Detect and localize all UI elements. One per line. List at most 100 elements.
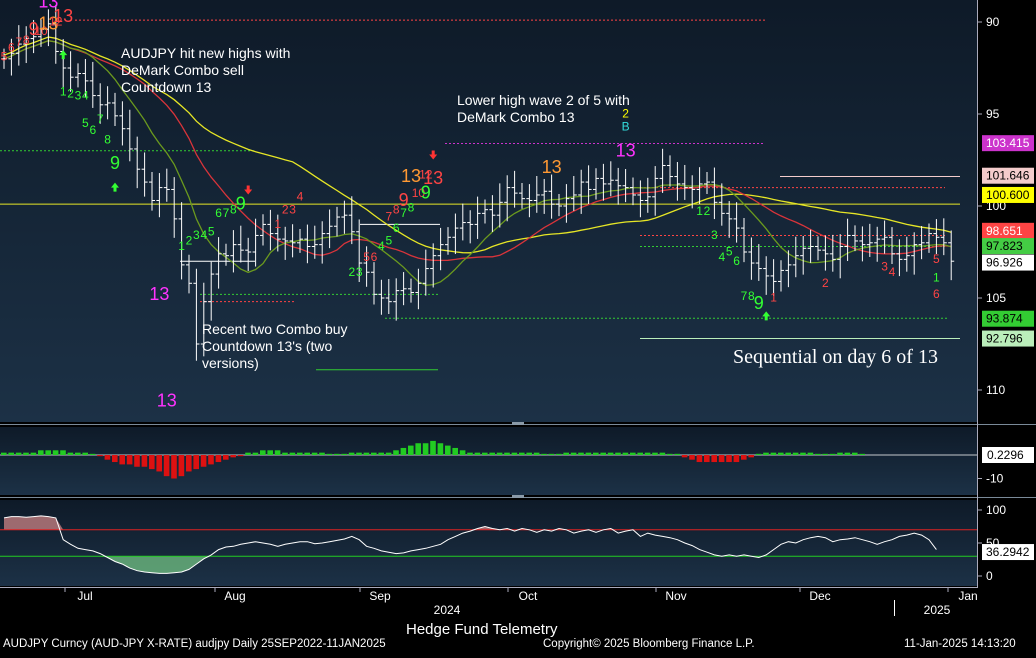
osc-bar [563, 452, 569, 455]
osc-bar [97, 455, 103, 457]
month-label: Jan [958, 589, 977, 603]
countdown-label: 9 [754, 293, 764, 313]
osc-bar [200, 455, 207, 467]
osc-bar [548, 453, 555, 455]
osc-bar [770, 452, 777, 455]
osc-value-label: 0.2296 [987, 448, 1024, 462]
price-tick-label: 90 [986, 15, 1000, 29]
osc-bar [363, 452, 370, 455]
osc-bar [334, 453, 340, 455]
countdown-label: 5 [385, 234, 392, 248]
osc-bar [526, 452, 532, 455]
osc-bar [67, 452, 74, 455]
countdown-label: 3 [711, 228, 718, 242]
osc-bar [430, 440, 436, 455]
osc-bar [385, 452, 392, 455]
osc-bar [171, 455, 177, 479]
countdown-label: 13 [38, 0, 58, 11]
year-label-2024: 2024 [434, 603, 461, 617]
osc-bar [393, 450, 399, 455]
osc-bar [186, 455, 192, 472]
year-label-2025: 2025 [924, 603, 951, 617]
osc-bar [593, 452, 599, 455]
osc-bar [667, 453, 673, 455]
countdown-label: 2 [67, 86, 74, 100]
osc-bar [89, 453, 96, 455]
osc-bar [519, 452, 525, 455]
osc-bar [215, 455, 222, 463]
osc-bar [8, 452, 14, 455]
countdown-label: 5 [726, 245, 733, 259]
osc-bar [319, 452, 325, 455]
osc-bar [578, 452, 584, 455]
osc-bar [23, 452, 29, 455]
countdown-label: 4 [200, 228, 207, 242]
osc-bar [408, 445, 414, 455]
countdown-label: 13 [616, 140, 636, 160]
osc-bar [689, 455, 695, 460]
countdown-label: 3 [75, 88, 82, 102]
rsi-tick-label: 0 [986, 569, 993, 583]
osc-bar [245, 452, 251, 455]
countdown-label: 13 [149, 284, 169, 304]
osc-bar [741, 455, 747, 460]
countdown-label: 7 [400, 206, 407, 220]
osc-bar [289, 452, 296, 455]
osc-bar [230, 455, 236, 458]
countdown-label: 4 [378, 239, 385, 253]
osc-bar [104, 455, 111, 460]
rsi-tick-label: 50 [986, 536, 1000, 550]
osc-bar [533, 452, 540, 455]
countdown-label: 4 [82, 88, 89, 102]
osc-bar [541, 453, 547, 455]
month-label: Sep [369, 589, 391, 603]
osc-bar [681, 455, 688, 458]
price-tick-label: 105 [986, 291, 1006, 305]
countdown-label: 1 [178, 239, 185, 253]
credit-text: Hedge Fund Telemetry [406, 621, 558, 638]
osc-bar [659, 452, 666, 455]
osc-bar [859, 453, 865, 455]
osc-bar [82, 452, 88, 455]
countdown-label: 9 [421, 183, 431, 203]
osc-bar [1, 452, 7, 455]
osc-bar [755, 453, 762, 455]
countdown-label: 6 [8, 40, 15, 54]
price-label: 98.651 [986, 224, 1023, 238]
countdown-label: 7 [223, 206, 230, 220]
countdown-label: 5 [82, 116, 89, 130]
osc-bar [149, 455, 155, 470]
osc-bar [844, 452, 851, 455]
osc-bar [733, 455, 740, 463]
countdown-label: 5 [933, 252, 940, 266]
osc-bar [378, 452, 384, 455]
osc-bar [785, 452, 791, 455]
osc-bar [644, 452, 651, 455]
osc-bar [260, 450, 266, 455]
sequential-note: Sequential on day 6 of 13 [733, 346, 938, 368]
osc-bar [474, 452, 481, 455]
osc-bar [829, 453, 836, 455]
osc-bar [112, 455, 118, 463]
price-tick-label: 95 [986, 107, 1000, 121]
osc-bar [297, 452, 303, 455]
countdown-label: 6 [733, 254, 740, 268]
month-label: Jul [77, 589, 92, 603]
countdown-label: 5 [1, 50, 8, 64]
osc-bar [800, 452, 806, 455]
osc-bar [156, 455, 162, 472]
countdown-label: 3 [193, 228, 200, 242]
countdown-label: 7 [385, 210, 392, 224]
countdown-label: 5 [363, 250, 370, 264]
countdown-label: 2 [186, 234, 193, 248]
osc-bar [326, 453, 333, 455]
osc-bar [75, 452, 81, 455]
countdown-label: 13 [157, 391, 177, 411]
countdown-label: 2 [348, 265, 355, 279]
countdown-label: 9 [110, 153, 120, 173]
wave-note: Lower high wave 2 of 5 with DeMark Combo… [457, 92, 630, 125]
countdown-label: 1 [933, 270, 940, 284]
osc-bar [482, 452, 488, 455]
osc-bar [45, 450, 51, 455]
osc-bar [163, 455, 170, 477]
